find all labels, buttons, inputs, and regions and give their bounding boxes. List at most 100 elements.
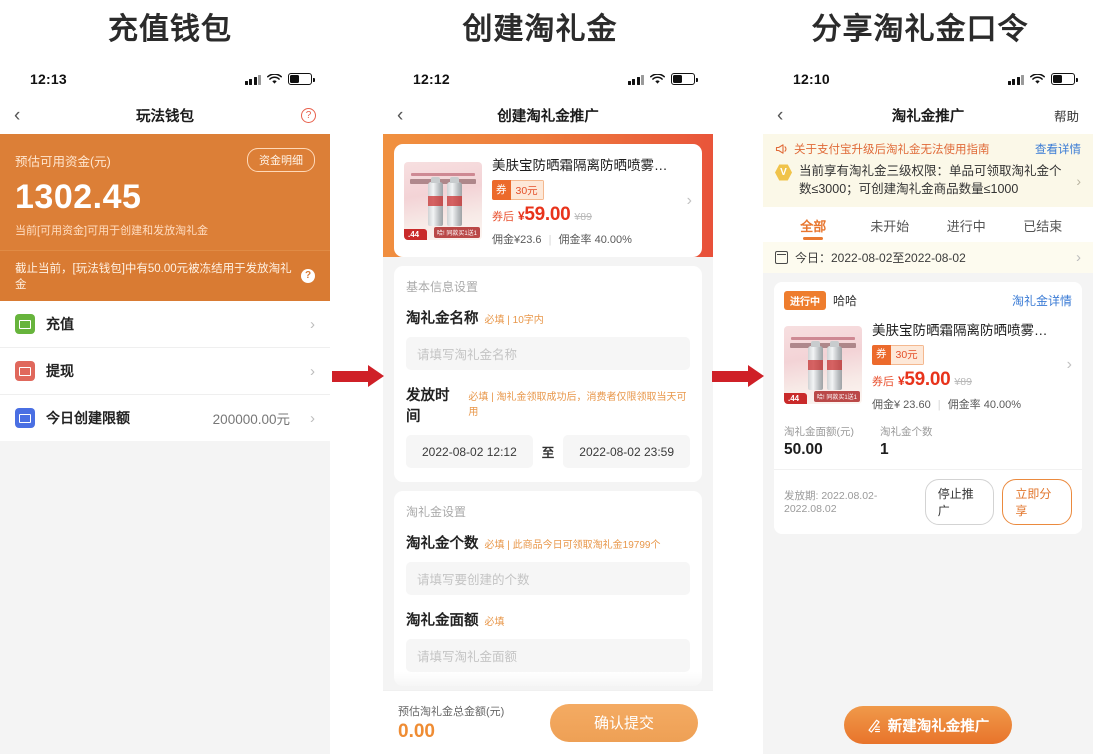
date-separator: 至 [541,446,555,460]
filter-tabs: 全部 未开始 进行中 已结束 [763,206,1093,242]
section-title-basic: 基本信息设置 [406,280,479,294]
product-card[interactable]: .44 哈! 同款买1送1 美肤宝防晒霜隔离防晒喷雾… 券 30元 券后 ¥59… [394,144,702,257]
promotion-header: 进行中 哈哈 淘礼金详情 [774,282,1082,319]
tlj-amount-input[interactable]: 请填写淘礼金面额 [406,639,690,672]
page-title: 玩法钱包 [136,108,194,125]
wallet-balance-hero: 预估可用资金(元) 资金明细 1302.45 当前[可用资金]可用于创建和发放淘… [0,134,330,250]
product-info: 美肤宝防晒霜隔离防晒喷雾… 券 30元 券后 ¥59.00 ¥89 佣金¥ 23… [872,319,1057,412]
back-chevron-icon[interactable]: ‹ [14,106,40,125]
label-hint: 必填 | 10字内 [484,315,544,326]
product-title: 美肤宝防晒霜隔离防晒喷雾… [492,158,668,173]
total-amount-block: 预估淘礼金总金额(元) 0.00 [398,703,504,743]
original-price: ¥89 [954,375,972,388]
original-price: ¥89 [574,211,592,223]
label-hint: 必填 | 淘礼金领取成功后，消费者仅限领取当天可用 [468,392,687,418]
withdraw-icon [15,361,35,381]
promotion-footer: 发放期: 2022.08.02-2022.08.02 停止推广 立即分享 [774,468,1082,534]
battery-icon [671,73,698,85]
megaphone-icon [775,144,787,154]
question-mark-icon[interactable]: ? [301,269,315,283]
list-item-withdraw[interactable]: 提现 › [0,348,330,395]
page-title: 创建淘礼金推广 [497,108,599,125]
coupon-amount: 30元 [510,180,544,200]
price-value: ¥59.00 [518,204,571,226]
list-item-label: 提现 [46,363,74,379]
wallet-action-list: 充值 › 提现 › 今日创建限额 200000.00元 › [0,301,330,441]
back-chevron-icon[interactable]: ‹ [397,106,423,125]
share-now-button[interactable]: 立即分享 [1002,478,1072,525]
permission-text: 当前享有淘礼金三级权限：单品可领取淘礼金个数≤3000；可创建淘礼金商品数量≤1… [799,164,1062,196]
thumb-brand-line [791,337,855,340]
list-item-daily-limit[interactable]: 今日创建限额 200000.00元 › [0,395,330,441]
commission-rate: 佣金率 40.00% [947,398,1022,411]
date-filter-text: 今日：2022-08-02至2022-08-02 [795,250,966,265]
thumb-promo-tag: 哈! 同款买1送1 [433,226,480,238]
commission-amount: 佣金¥ 23.60 [872,398,931,411]
phone-screen-share: 12:10 ‹ 淘礼金推广 帮助 关于支付宝升级后淘礼金无法使用指南 查看详情 … [763,62,1093,754]
product-hero: .44 哈! 同款买1送1 美肤宝防晒霜隔离防晒喷雾… 券 30元 券后 ¥59… [383,134,713,257]
tab-in-progress[interactable]: 进行中 [928,207,1005,242]
caption-panel-2: 创建淘礼金 [462,13,618,46]
end-time-input[interactable]: 2022-08-02 23:59 [563,435,691,468]
start-time-input[interactable]: 2022-08-02 12:12 [406,435,533,468]
status-bar: 12:13 [0,62,330,96]
permission-notice-row[interactable]: V 当前享有淘礼金三级权限：单品可领取淘礼金个数≤3000；可创建淘礼金商品数量… [763,160,1093,207]
price-line: 券后 ¥59.00 ¥89 [492,204,677,226]
calendar-icon [775,250,788,264]
tlj-detail-link[interactable]: 淘礼金详情 [1012,292,1072,309]
promotion-product[interactable]: .44 哈! 同款买1送1 美肤宝防晒霜隔离防晒喷雾… 券 30元 券后 ¥59… [774,319,1082,420]
field-label-count: 淘礼金个数 必填 | 此商品今日可领取淘礼金19799个 [406,532,690,553]
commission-line: 佣金¥23.6 | 佣金率 40.00% [492,231,677,247]
stat-value: 50.00 [784,440,823,458]
commission-divider: | [548,234,552,246]
commission-line: 佣金¥ 23.60 | 佣金率 40.00% [872,396,1057,412]
thumb-caption-line [410,178,476,184]
price-number: 59.00 [904,368,951,390]
date-filter-row[interactable]: 今日：2022-08-02至2022-08-02 › [763,241,1093,273]
notice-text: 关于支付宝升级后淘礼金无法使用指南 [794,144,990,156]
label-text: 淘礼金面额 [406,613,479,629]
thumb-caption-line [790,343,856,348]
fund-detail-button[interactable]: 资金明细 [247,148,315,172]
tlj-count-input[interactable]: 请填写要创建的个数 [406,562,690,595]
balance-label: 预估可用资金(元) [15,154,111,169]
commission-rate: 佣金率 40.00% [558,234,632,246]
tab-all[interactable]: 全部 [775,207,852,242]
chevron-right-icon: › [1076,248,1081,266]
battery-icon [1051,73,1078,85]
notice-text: 截止当前，[玩法钱包]中有50.00元被冻结用于发放淘礼金 [15,263,292,291]
fab-label: 新建淘礼金推广 [887,718,990,735]
list-item-recharge[interactable]: 充值 › [0,301,330,348]
stat-count: 淘礼金个数 1 [880,424,933,459]
cellular-signal-icon [244,74,261,85]
thumb-discount-badge: .44 [784,393,808,404]
back-chevron-icon[interactable]: ‹ [777,106,803,125]
new-promotion-button[interactable]: 新建淘礼金推广 [844,706,1012,744]
commission-divider: | [937,398,941,411]
caption-panel-3: 分享淘礼金口令 [811,13,1029,46]
thumb-discount-badge: .44 [404,228,428,240]
alipay-notice-row[interactable]: 关于支付宝升级后淘礼金无法使用指南 查看详情 [763,134,1093,160]
vip-badge-icon: V [775,164,792,181]
section-title-tlj: 淘礼金设置 [406,505,467,519]
status-badge: 进行中 [784,290,826,310]
field-label-time: 发放时间 必填 | 淘礼金领取成功后，消费者仅限领取当天可用 [406,384,690,426]
promotion-stats: 淘礼金面额(元) 50.00 淘礼金个数 1 [774,420,1082,469]
thumb-bottle-right [447,176,462,226]
coupon-amount: 30元 [890,344,924,365]
view-detail-link[interactable]: 查看详情 [1035,141,1081,157]
help-button[interactable]: ? [301,107,316,123]
coupon-tag: 券 30元 [492,180,544,200]
help-link[interactable]: 帮助 [1054,106,1079,125]
tab-not-started[interactable]: 未开始 [852,207,929,242]
tlj-name-input[interactable]: 请填写淘礼金名称 [406,337,690,370]
stop-promotion-button[interactable]: 停止推广 [924,478,995,525]
chevron-right-icon: › [1076,172,1081,189]
submit-button[interactable]: 确认提交 [550,703,698,742]
flow-arrow-1 [332,365,384,387]
tab-ended[interactable]: 已结束 [1005,207,1082,242]
basic-info-card: 基本信息设置 淘礼金名称 必填 | 10字内 请填写淘礼金名称 发放时间 必填 … [394,266,702,482]
status-indicators [244,73,315,85]
product-thumbnail: .44 哈! 同款买1送1 [784,326,862,404]
cellular-signal-icon [627,74,644,85]
